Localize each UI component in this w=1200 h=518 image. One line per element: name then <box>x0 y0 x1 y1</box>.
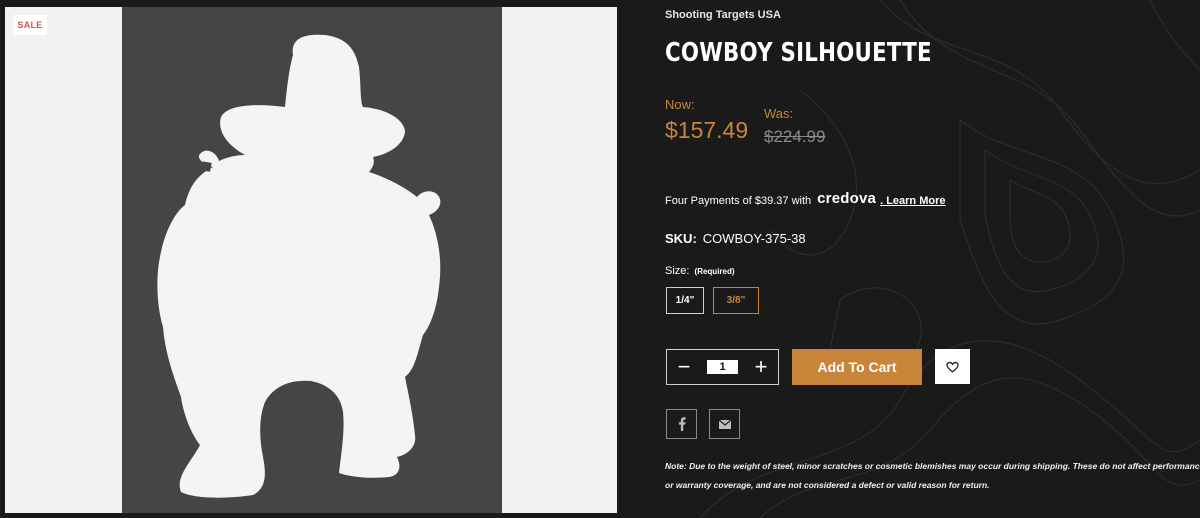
size-option-1-4[interactable]: 1/4" <box>666 287 704 314</box>
was-price: $224.99 <box>764 127 826 146</box>
payment-plan-text: Four Payments of $39.37 with <box>665 194 812 207</box>
sku-value: COWBOY-375-38 <box>702 231 806 246</box>
wishlist-button[interactable] <box>935 349 970 384</box>
payment-plan: Four Payments of $39.37 with credova . L… <box>665 190 945 209</box>
brand-link[interactable]: Shooting Targets USA <box>665 9 781 21</box>
product-info: Shooting Targets USA COWBOY SILHOUETTE N… <box>665 0 1200 518</box>
credova-logo: credova <box>817 190 877 207</box>
size-option-3-8[interactable]: 3/8" <box>713 287 759 314</box>
product-image: SALE <box>5 7 617 513</box>
add-to-cart-button[interactable]: Add To Cart <box>792 349 922 385</box>
size-required: (Required) <box>694 267 735 276</box>
product-title: COWBOY SILHOUETTE <box>665 38 932 68</box>
now-price: $157.49 <box>665 117 749 143</box>
learn-more-link[interactable]: . Learn More <box>880 195 945 207</box>
size-label-text: Size: <box>665 265 690 277</box>
now-price-label: Now: <box>665 97 695 112</box>
facebook-share-button[interactable] <box>666 409 697 439</box>
size-label: Size: (Required) <box>665 265 735 277</box>
sku: SKU: COWBOY-375-38 <box>665 231 806 246</box>
quantity-stepper: − 1 + <box>666 349 779 385</box>
facebook-icon <box>678 417 686 431</box>
email-share-button[interactable] <box>709 409 740 439</box>
quantity-input[interactable]: 1 <box>707 360 738 374</box>
quantity-increase-button[interactable]: + <box>744 350 778 384</box>
shipping-note: Note: Due to the weight of steel, minor … <box>665 461 1200 490</box>
email-icon <box>718 419 731 429</box>
cowboy-silhouette-image <box>157 34 441 498</box>
heart-icon <box>946 361 959 373</box>
was-price-label: Was: <box>764 106 794 121</box>
sku-label: SKU: <box>665 231 697 246</box>
quantity-decrease-button[interactable]: − <box>667 350 701 384</box>
